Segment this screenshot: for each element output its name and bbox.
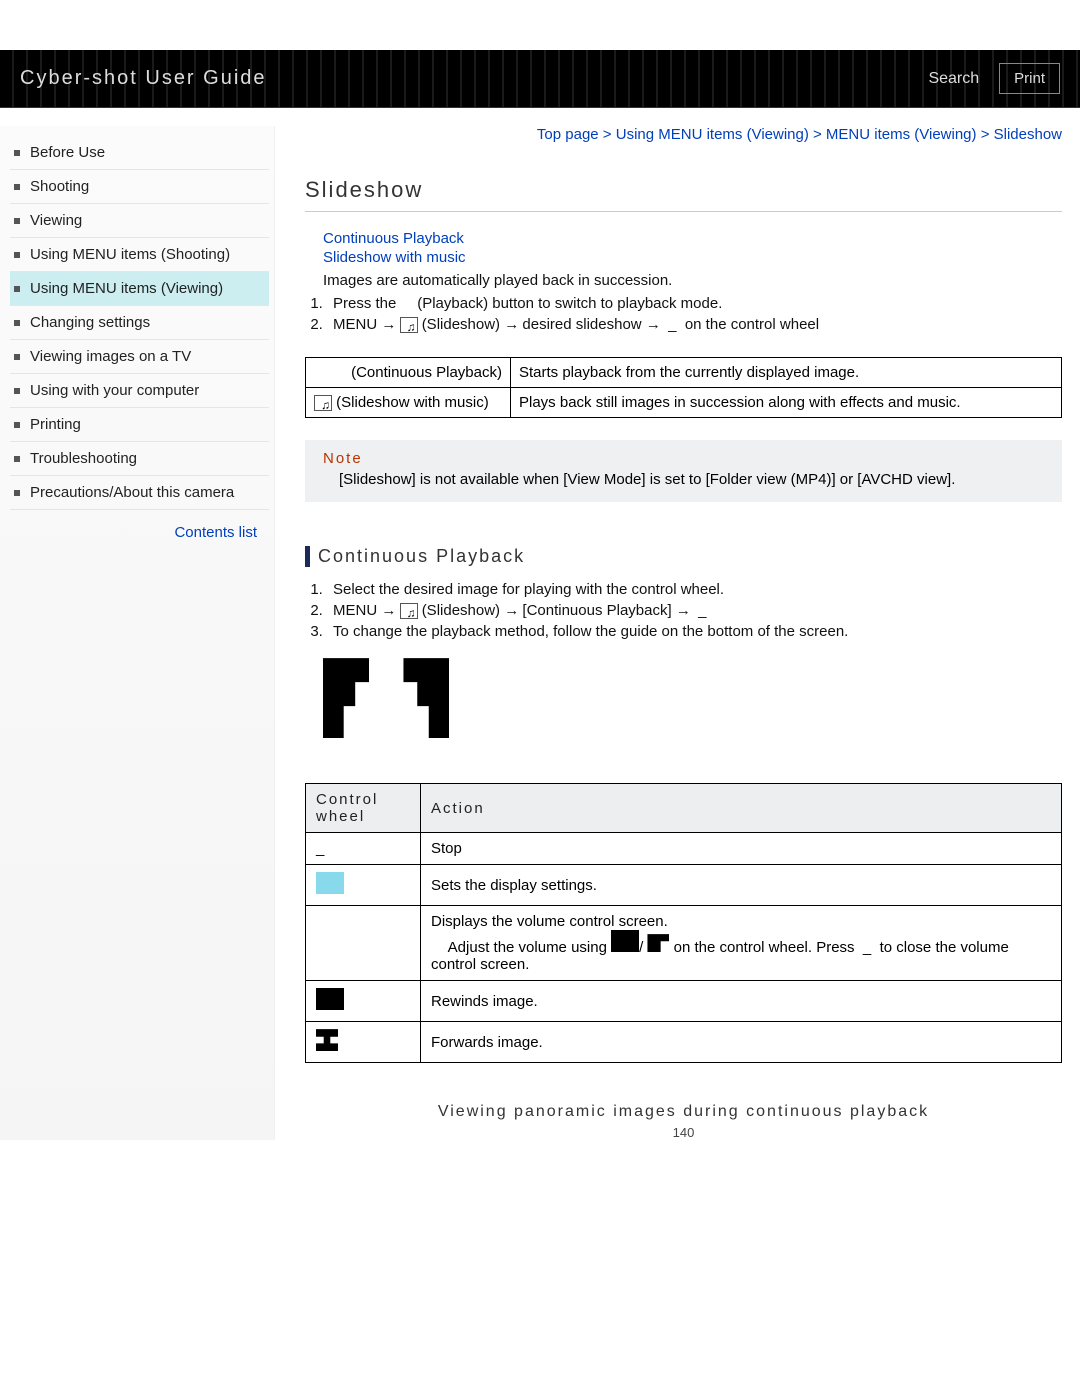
arrow-icon: → [504, 316, 518, 333]
arrow-icon: → [676, 602, 690, 619]
action-cell: Displays the volume control screen. Adju… [421, 906, 1062, 981]
note-box: Note [Slideshow] is not available when [… [305, 440, 1062, 502]
sidebar-item-label: Troubleshooting [30, 450, 137, 467]
intro-text: Images are automatically played back in … [323, 272, 1062, 289]
sidebar-item-label: Shooting [30, 178, 89, 195]
slideshow-icon [314, 395, 332, 411]
sidebar-item-label: Before Use [30, 144, 105, 161]
mode-desc: Starts playback from the currently displ… [511, 358, 1062, 388]
mode-cell: (Continuous Playback) [306, 358, 511, 388]
bullet-icon [14, 456, 20, 462]
sidebar-item-troubleshooting[interactable]: Troubleshooting [10, 442, 269, 476]
cw-cell [306, 906, 421, 981]
anchor-continuous-playback[interactable]: Continuous Playback [323, 230, 1062, 247]
cp-step-3: To change the playback method, follow th… [327, 623, 1062, 640]
action-cell: Stop [421, 833, 1062, 865]
footer-caption: Viewing panoramic images during continuo… [305, 1103, 1062, 1121]
table-row: _ Stop [306, 833, 1062, 865]
action-cell: Forwards image. [421, 1022, 1062, 1063]
note-title: Note [323, 450, 1052, 467]
sidebar-item-label: Using MENU items (Shooting) [30, 246, 230, 263]
anchor-slideshow-music[interactable]: Slideshow with music [323, 249, 1062, 266]
up-icon [611, 930, 639, 952]
sidebar-item-precautions[interactable]: Precautions/About this camera [10, 476, 269, 510]
sidebar-item-label: Viewing images on a TV [30, 348, 191, 365]
table-row: Rewinds image. [306, 981, 1062, 1022]
shape-icon [323, 658, 369, 738]
sidebar-item-label: Using MENU items (Viewing) [30, 280, 223, 297]
table-header: Control wheel [306, 784, 421, 833]
sidebar-item-tv[interactable]: Viewing images on a TV [10, 340, 269, 374]
shape-icon [403, 658, 449, 738]
arrow-icon: → [504, 602, 518, 619]
bullet-icon [14, 320, 20, 326]
app-title: Cyber-shot User Guide [20, 67, 267, 90]
table-row: Displays the volume control screen. Adju… [306, 906, 1062, 981]
header-bar: Cyber-shot User Guide Search Print [0, 50, 1080, 108]
breadcrumb[interactable]: Top page > Using MENU items (Viewing) > … [305, 126, 1062, 143]
cw-cell [306, 981, 421, 1022]
illustration-shapes [323, 658, 1062, 743]
action-cell: Sets the display settings. [421, 865, 1062, 906]
bullet-icon [14, 286, 20, 292]
cw-cell [306, 1022, 421, 1063]
bullet-icon [14, 422, 20, 428]
sidebar-item-changing-settings[interactable]: Changing settings [10, 306, 269, 340]
table-row: Forwards image. [306, 1022, 1062, 1063]
sidebar-item-menu-shooting[interactable]: Using MENU items (Shooting) [10, 238, 269, 272]
down-icon [647, 934, 669, 952]
sidebar-item-shooting[interactable]: Shooting [10, 170, 269, 204]
sidebar-item-label: Precautions/About this camera [30, 484, 234, 501]
table-header: Action [421, 784, 1062, 833]
search-link[interactable]: Search [928, 70, 979, 88]
sidebar-item-label: Printing [30, 416, 81, 433]
cp-step-2: MENU → (Slideshow) → [Continuous Playbac… [327, 602, 1062, 619]
sidebar-item-printing[interactable]: Printing [10, 408, 269, 442]
sidebar-item-label: Viewing [30, 212, 82, 229]
slideshow-icon [400, 317, 418, 333]
mode-cell: (Slideshow with music) [306, 388, 511, 418]
bullet-icon [14, 388, 20, 394]
arrow-icon: → [646, 316, 660, 333]
bullet-icon [14, 150, 20, 156]
control-wheel-table: Control wheel Action _ Stop Sets the dis… [305, 783, 1062, 1063]
page-title: Slideshow [305, 177, 1062, 203]
sidebar: Before Use Shooting Viewing Using MENU i… [0, 126, 275, 1140]
cp-steps: Select the desired image for playing wit… [327, 581, 1062, 640]
bullet-icon [14, 184, 20, 190]
cp-step-1: Select the desired image for playing wit… [327, 581, 1062, 598]
contents-list-link[interactable]: Contents list [174, 524, 257, 541]
sidebar-item-viewing[interactable]: Viewing [10, 204, 269, 238]
sidebar-item-menu-viewing[interactable]: Using MENU items (Viewing) [10, 272, 269, 306]
table-row: Sets the display settings. [306, 865, 1062, 906]
right-icon [316, 1029, 338, 1051]
print-button[interactable]: Print [999, 63, 1060, 94]
slideshow-icon [400, 603, 418, 619]
modes-table: (Continuous Playback) Starts playback fr… [305, 357, 1062, 418]
section-continuous-playback: Continuous Playback [305, 546, 1062, 567]
arrow-icon: → [381, 316, 395, 333]
page-number: 140 [305, 1125, 1062, 1140]
action-cell: Rewinds image. [421, 981, 1062, 1022]
sidebar-item-before-use[interactable]: Before Use [10, 136, 269, 170]
left-icon [316, 988, 344, 1010]
note-text: [Slideshow] is not available when [View … [339, 471, 1052, 488]
bullet-icon [14, 252, 20, 258]
cw-cell [306, 865, 421, 906]
bullet-icon [14, 218, 20, 224]
intro-steps: Press the (Playback) button to switch to… [327, 295, 1062, 333]
sidebar-item-computer[interactable]: Using with your computer [10, 374, 269, 408]
bullet-icon [14, 354, 20, 360]
step-2: MENU → (Slideshow) → desired slideshow →… [327, 316, 1062, 333]
main-content: Top page > Using MENU items (Viewing) > … [275, 126, 1080, 1140]
step-1: Press the (Playback) button to switch to… [327, 295, 1062, 312]
arrow-icon: → [381, 602, 395, 619]
mode-desc: Plays back still images in succession al… [511, 388, 1062, 418]
disp-icon [316, 872, 344, 894]
sidebar-item-label: Changing settings [30, 314, 150, 331]
bullet-icon [14, 490, 20, 496]
cw-cell: _ [306, 833, 421, 865]
sidebar-item-label: Using with your computer [30, 382, 199, 399]
